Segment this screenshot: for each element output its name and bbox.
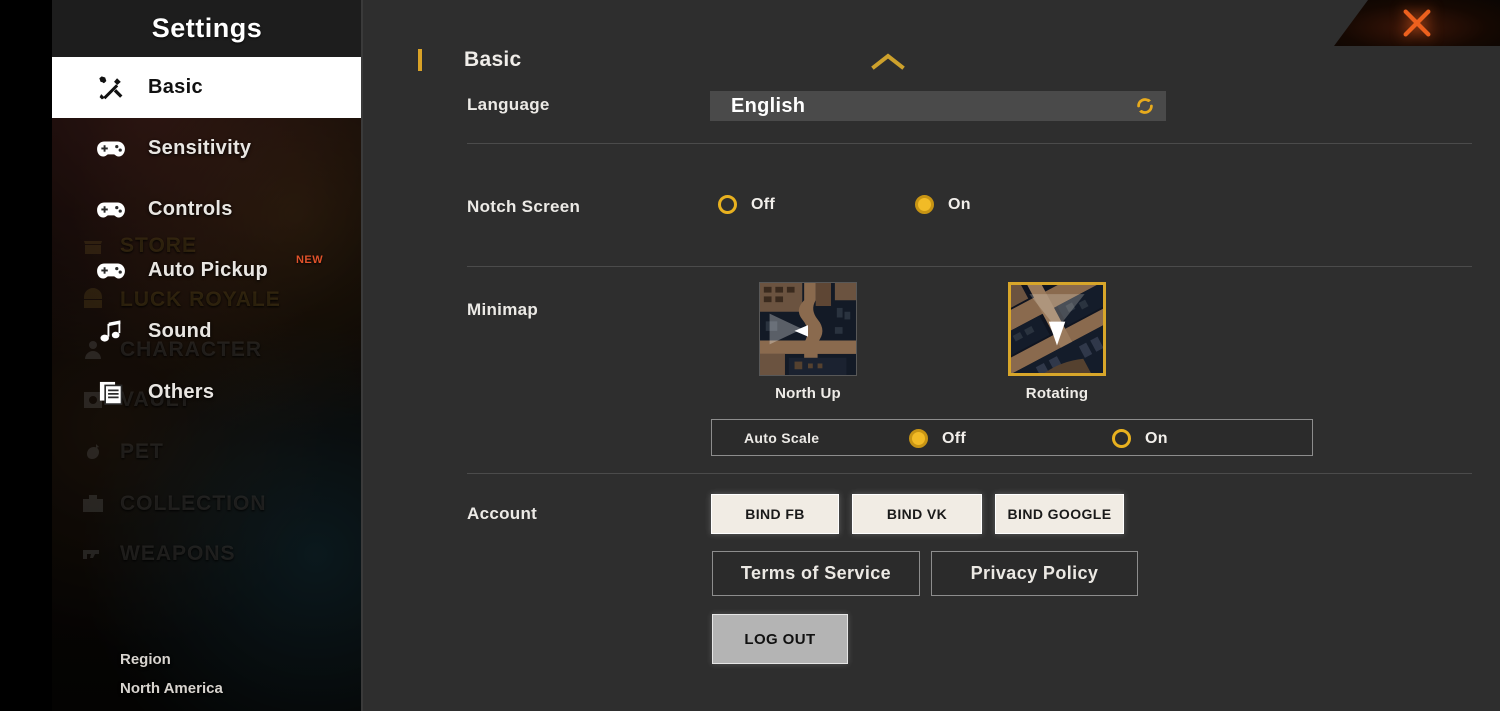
sidebar-item-sound[interactable]: Sound [52,301,362,362]
minimap-mode-north-up[interactable]: North Up [759,282,857,402]
minimap-thumbnail [1008,282,1106,376]
bind-google-button[interactable]: BIND GOOGLE [995,494,1124,534]
sidebar-item-basic[interactable]: Basic [52,57,362,118]
section-header: Basic [418,48,522,72]
language-value: English [731,94,806,117]
settings-screen: STORE LUCK ROYALE CHARACTER VAULT PET CO… [0,0,1500,711]
minimap-label: Minimap [467,300,539,319]
terms-of-service-button[interactable]: Terms of Service [712,551,920,596]
sidebar-item-sensitivity[interactable]: Sensitivity [52,118,362,179]
account-label: Account [467,504,538,523]
sidebar-item-label: Sound [148,320,212,342]
bind-fb-button[interactable]: BIND FB [711,494,839,534]
gamepad-icon [97,202,125,217]
sidebar-item-label: Others [148,381,215,403]
minimap-mode-label: North Up [775,385,841,402]
sidebar-item-label: Basic [148,76,203,98]
auto-scale-option-on[interactable]: On [1112,429,1168,448]
minimap-mode-label: Rotating [1025,385,1089,402]
notch-screen-label: Notch Screen [467,197,581,216]
music-note-icon [100,319,121,342]
radio-label: On [948,195,971,213]
settings-sidebar: Settings Basic Sensitivity Controls Auto… [52,0,362,711]
section-accent-bar [418,49,422,71]
minimap-north-up-image [760,283,856,375]
auto-scale-row: Auto Scale Off On [711,419,1313,456]
radio-dot [909,429,928,448]
radio-dot [1112,429,1131,448]
auto-scale-label: Auto Scale [744,429,820,446]
settings-nav-list: Basic Sensitivity Controls Auto Pickup N… [52,57,362,423]
minimap-rotating-image [1011,285,1103,373]
radio-dot [718,195,737,214]
sidebar-item-auto-pickup[interactable]: Auto Pickup NEW [52,240,362,301]
page-title: Settings [151,13,263,43]
document-icon [99,381,123,405]
bind-google-label: BIND GOOGLE [1007,506,1112,522]
divider-language [467,143,1472,144]
notch-screen-radio-group: Off On [718,195,971,214]
log-out-label: LOG OUT [744,630,816,648]
refresh-icon[interactable] [1134,95,1156,117]
settings-main-panel: Basic Language English Notch Screen Off [363,0,1500,711]
sidebar-item-others[interactable]: Others [52,362,362,423]
sidebar-item-label: Auto Pickup [148,259,268,281]
auto-scale-radio-group: Off On [909,429,1168,448]
settings-title-bar: Settings [52,0,362,57]
privacy-policy-button[interactable]: Privacy Policy [931,551,1138,596]
language-select[interactable]: English [710,91,1166,121]
terms-of-service-label: Terms of Service [740,563,892,583]
new-badge: NEW [295,254,324,266]
gamepad-icon [97,141,125,156]
close-button[interactable] [1334,0,1500,46]
section-title: Basic [464,48,522,71]
radio-label: Off [751,195,776,213]
divider-notch [467,266,1472,267]
chevron-up-icon[interactable] [868,50,908,74]
sidebar-item-label: Sensitivity [148,137,252,159]
bind-fb-label: BIND FB [745,506,805,522]
sidebar-item-controls[interactable]: Controls [52,179,362,240]
notch-screen-option-off[interactable]: Off [718,195,915,214]
tools-icon [99,75,123,99]
radio-label: On [1145,429,1168,447]
sidebar-item-label: Controls [148,198,233,220]
privacy-policy-label: Privacy Policy [970,563,1099,583]
panel-divider [361,0,363,711]
minimap-thumbnail [759,282,857,376]
radio-dot [915,195,934,214]
divider-minimap [467,473,1472,474]
bind-vk-label: BIND VK [886,506,948,522]
minimap-mode-rotating[interactable]: Rotating [1008,282,1106,402]
notch-screen-option-on[interactable]: On [915,195,971,214]
close-icon [1403,9,1431,37]
radio-label: Off [942,429,967,447]
auto-scale-option-off[interactable]: Off [909,429,1112,448]
log-out-button[interactable]: LOG OUT [712,614,848,664]
language-label: Language [467,95,550,114]
bind-vk-button[interactable]: BIND VK [852,494,982,534]
gamepad-icon [97,263,125,278]
